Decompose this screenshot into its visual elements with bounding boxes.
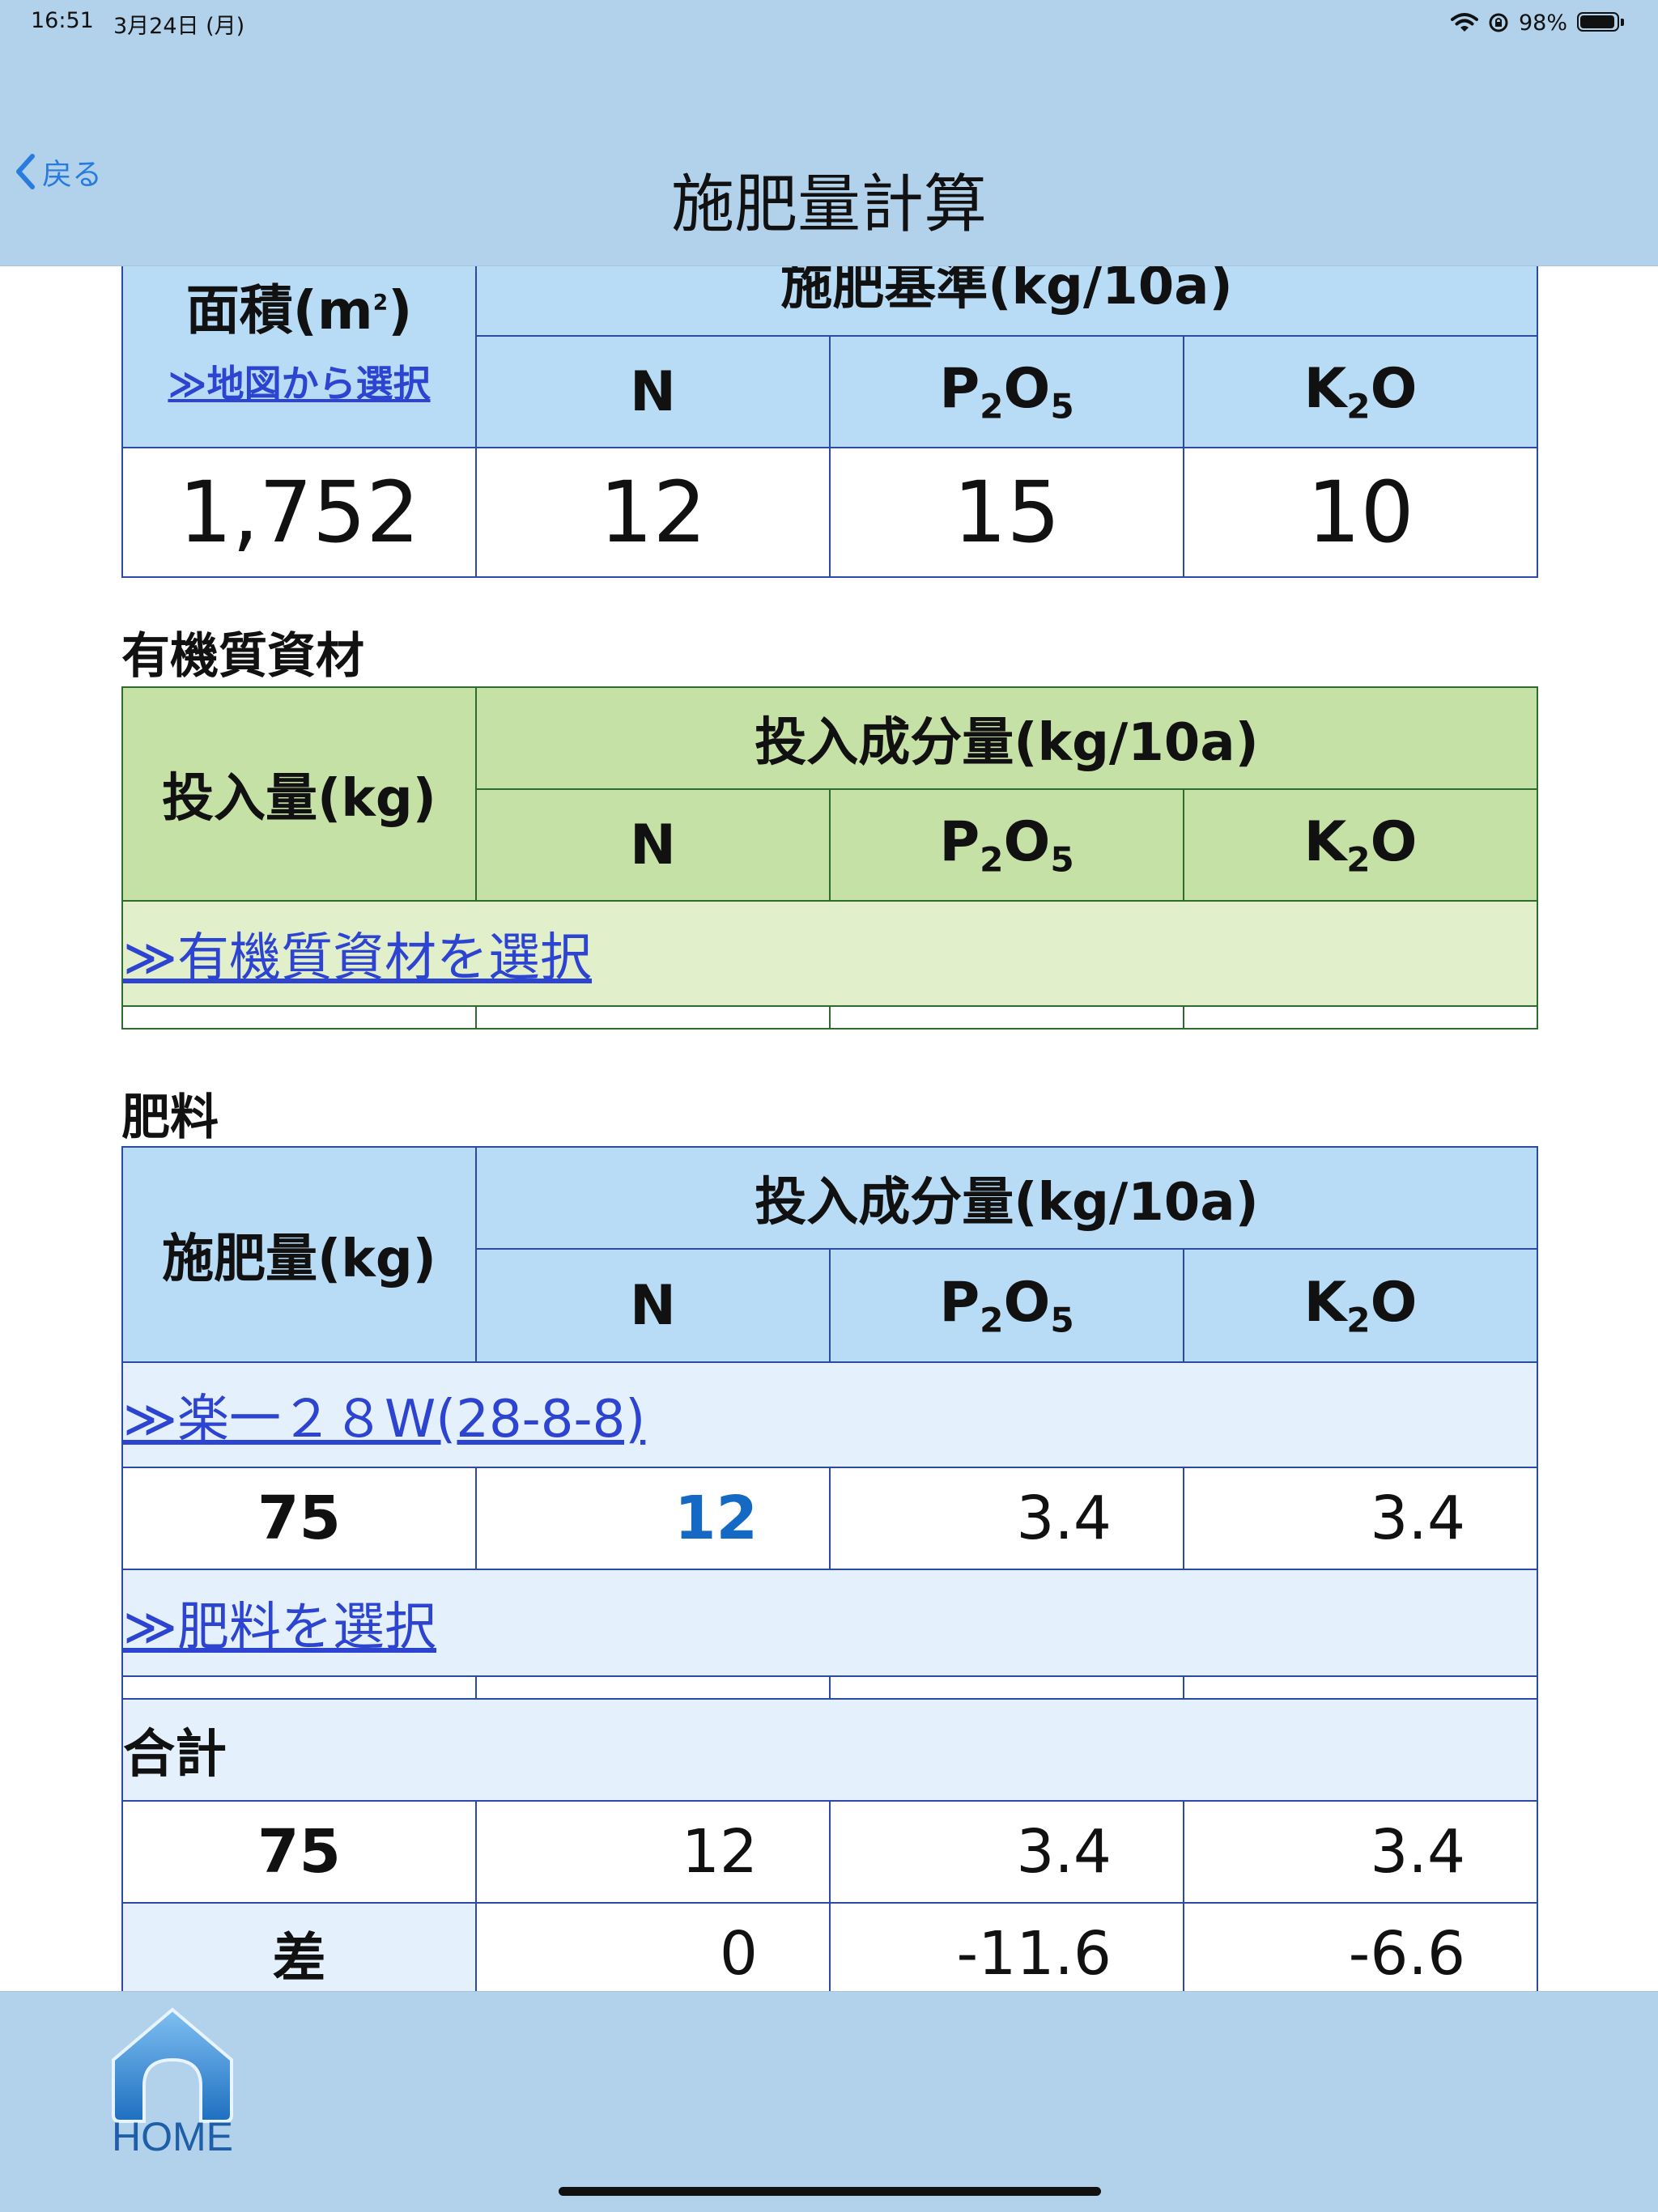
standard-table: 面積(m2) ≫地図から選択 施肥基準(kg/10a) N P2O5 K2O 1… — [121, 243, 1539, 578]
wifi-icon — [1450, 12, 1478, 33]
difference-label: 差 — [121, 1902, 477, 1991]
organic-empty-cell — [1182, 1005, 1539, 1030]
standard-k2o-value[interactable]: 10 — [1182, 447, 1539, 578]
difference-k2o: -6.6 — [1182, 1902, 1539, 1991]
standard-p2o5-value[interactable]: 15 — [829, 447, 1184, 578]
col-n-header: N — [475, 335, 831, 448]
home-label: HOME — [112, 2114, 233, 2159]
organic-empty-cell — [829, 1005, 1184, 1030]
fertilizer-amount-value[interactable]: 75 — [121, 1467, 477, 1570]
scroll-content[interactable]: 面積(m2) ≫地図から選択 施肥基準(kg/10a) N P2O5 K2O 1… — [0, 0, 1658, 1991]
organic-amount-header: 投入量(kg) — [121, 686, 477, 902]
navigation-bar: 16:51 3月24日 (月) 98% 戻る 施肥量計算 — [0, 0, 1658, 266]
col-p2o5-header: P2O5 — [829, 335, 1184, 448]
organic-table: 投入量(kg) 投入成分量(kg/10a) N P2O5 K2O ≫有機質資材を… — [121, 686, 1539, 1030]
fertilizer-amount-header: 施肥量(kg) — [121, 1146, 477, 1363]
total-label: 合計 — [121, 1698, 1539, 1802]
organic-col-p2o5: P2O5 — [829, 788, 1184, 902]
difference-n: 0 — [475, 1902, 831, 1991]
status-indicators: 98% — [1450, 6, 1626, 39]
organic-col-n: N — [475, 788, 831, 902]
organic-col-k2o: K2O — [1182, 788, 1539, 902]
organic-component-header: 投入成分量(kg/10a) — [474, 686, 1539, 790]
organic-empty-cell — [121, 1005, 477, 1030]
fertilizer-col-p2o5: P2O5 — [829, 1248, 1184, 1363]
bottom-toolbar: HOME — [0, 1991, 1658, 2212]
battery-percentage: 98% — [1518, 10, 1567, 36]
fertilizer-col-k2o: K2O — [1182, 1248, 1539, 1363]
fertilizer-k2o-value: 3.4 — [1182, 1467, 1539, 1570]
fertilizer-n-value: 12 — [475, 1467, 831, 1570]
home-icon — [112, 2007, 233, 2123]
difference-p2o5: -11.6 — [829, 1902, 1184, 1991]
select-organic-link[interactable]: ≫有機質資材を選択 — [121, 900, 1539, 1007]
fertilizer-empty-cell — [475, 1675, 831, 1700]
fertilizer-empty-cell — [121, 1675, 477, 1700]
fertilizer-component-header: 投入成分量(kg/10a) — [474, 1146, 1539, 1250]
select-fertilizer-link[interactable]: ≫肥料を選択 — [121, 1569, 1539, 1677]
fertilizer-p2o5-value: 3.4 — [829, 1467, 1184, 1570]
total-amount: 75 — [121, 1800, 477, 1904]
area-value[interactable]: 1,752 — [121, 447, 477, 578]
fertilizer-empty-cell — [1182, 1675, 1539, 1700]
page-title: 施肥量計算 — [670, 168, 987, 241]
area-header-cell: 面積(m2) ≫地図から選択 — [121, 243, 477, 448]
fertilizer-col-n: N — [475, 1248, 831, 1363]
home-indicator — [559, 2187, 1101, 2196]
fertilizer-table: 施肥量(kg) 投入成分量(kg/10a) N P2O5 K2O ≫楽一２８W(… — [121, 1146, 1539, 1991]
total-p2o5: 3.4 — [829, 1800, 1184, 1904]
fertilizer-item-link[interactable]: ≫楽一２８W(28-8-8) — [121, 1361, 1539, 1468]
standard-n-value[interactable]: 12 — [475, 447, 831, 578]
organic-empty-cell — [475, 1005, 831, 1030]
total-n: 12 — [475, 1800, 831, 1904]
battery-icon — [1577, 12, 1626, 33]
organic-section-label: 有機質資材 — [121, 628, 364, 685]
total-k2o: 3.4 — [1182, 1800, 1539, 1904]
rotation-lock-icon — [1488, 12, 1509, 33]
area-header: 面積(m2) — [185, 279, 413, 342]
select-from-map-link[interactable]: ≫地図から選択 — [123, 355, 475, 408]
fertilizer-section-label: 肥料 — [121, 1089, 219, 1146]
fertilizer-empty-cell — [829, 1675, 1184, 1700]
status-date: 3月24日 (月) — [113, 14, 245, 39]
col-k2o-header: K2O — [1182, 335, 1539, 448]
status-time: 16:51 — [31, 8, 94, 33]
